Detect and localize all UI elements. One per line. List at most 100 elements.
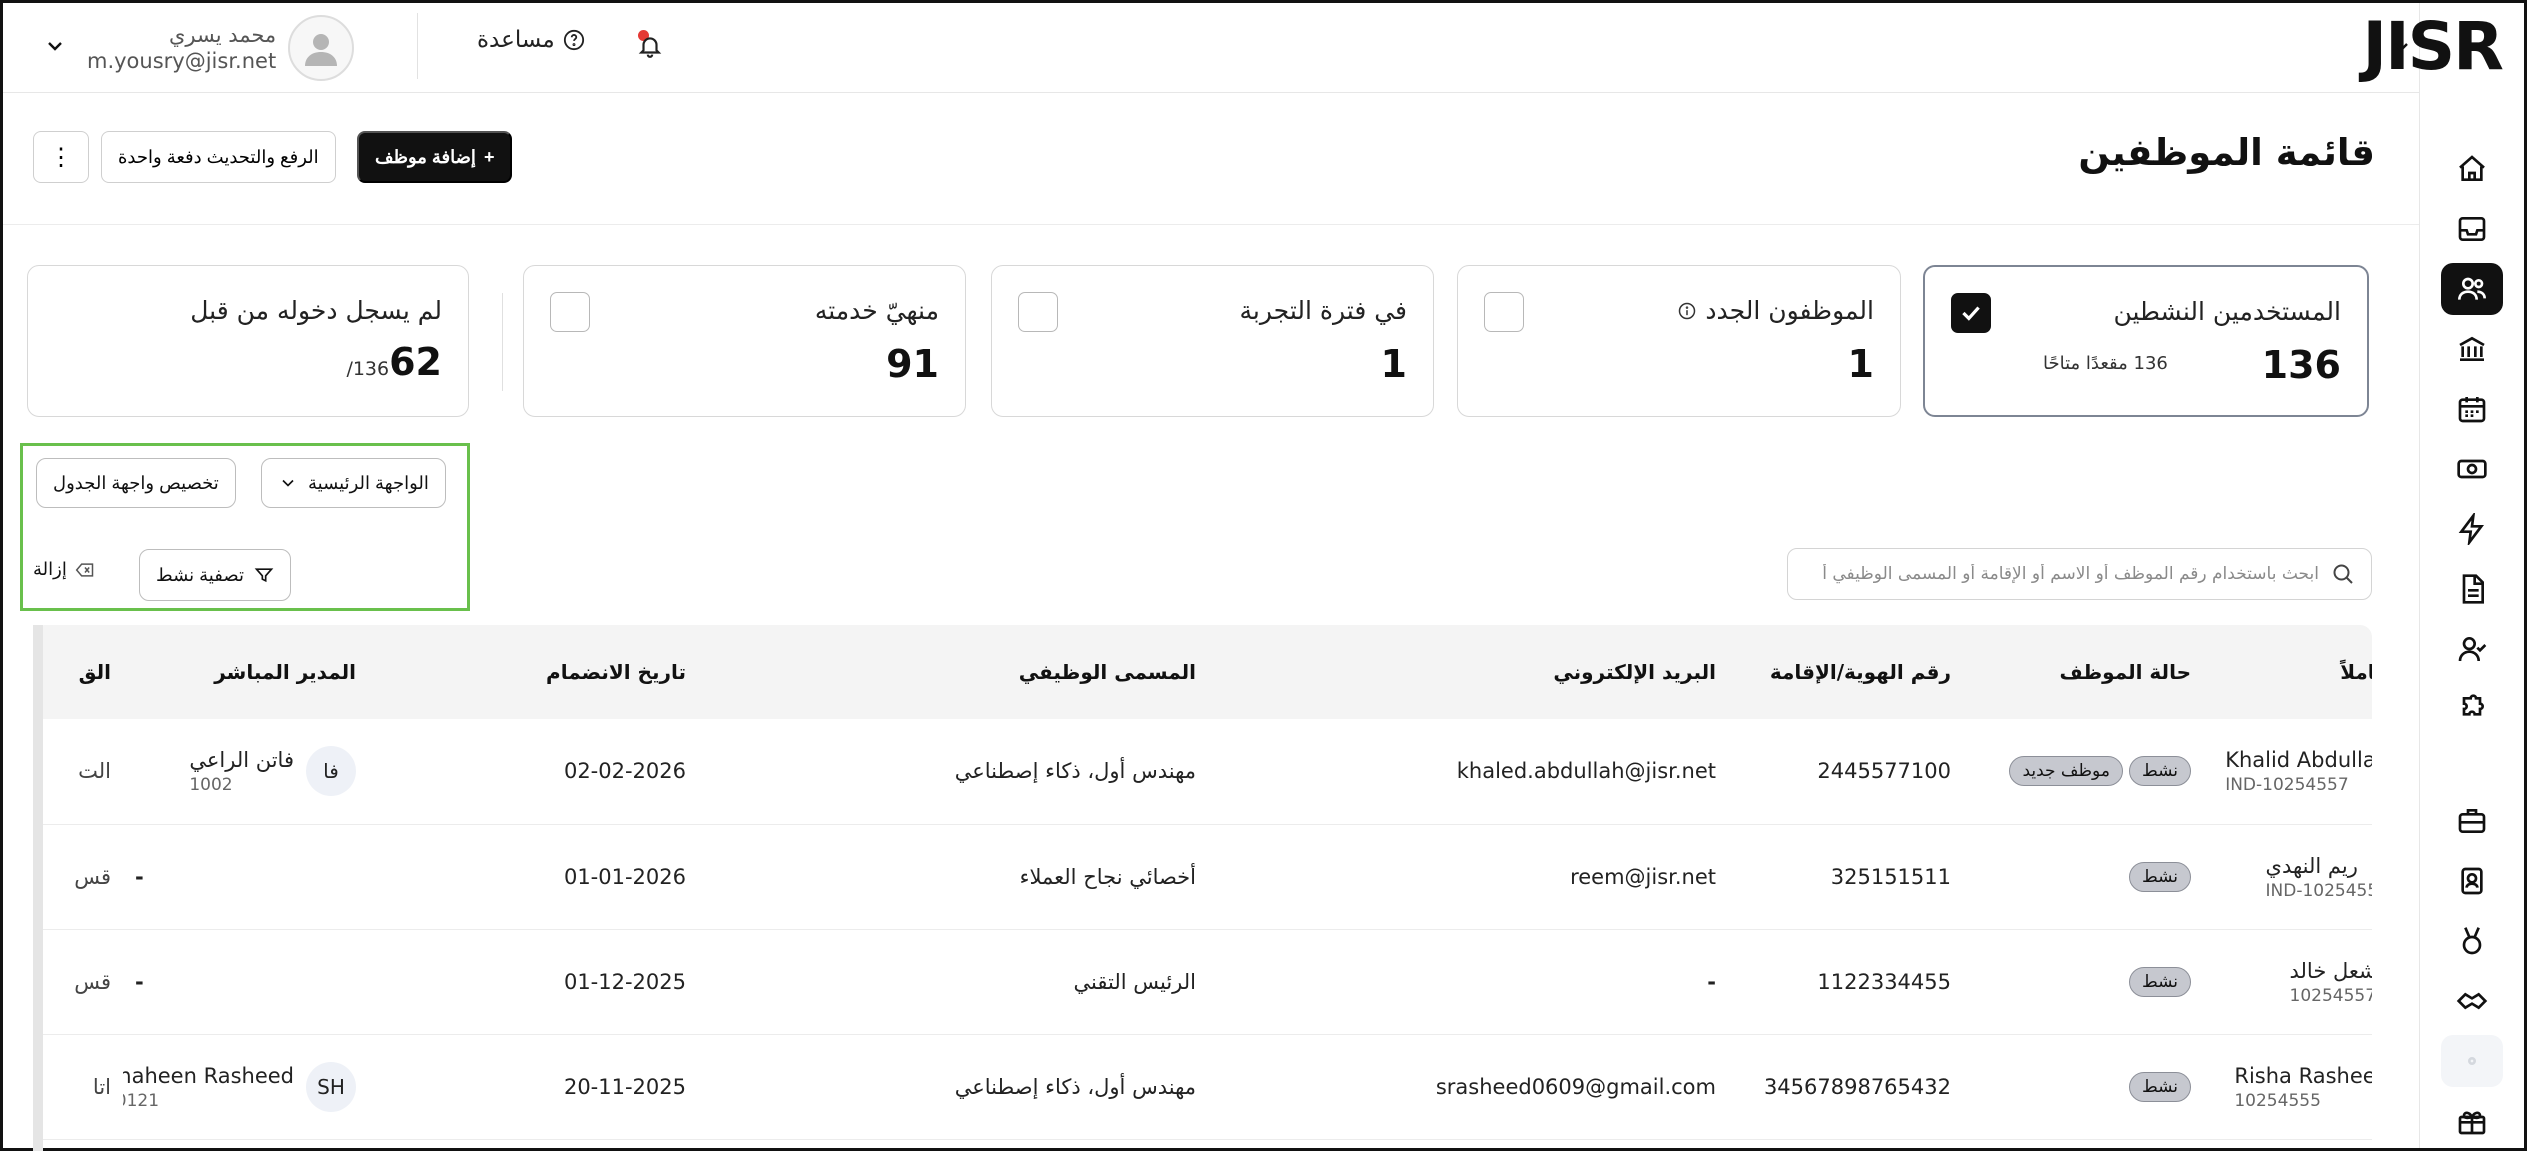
placeholder-icon <box>2440 1035 2503 1087</box>
card-probation[interactable]: في فترة التجربة 1 <box>991 265 1434 417</box>
manager-cell: - <box>123 824 368 930</box>
table-row[interactable]: ري ريم النهديIND-10254556 نشط 325151511 … <box>33 824 2372 930</box>
table-row[interactable]: KH Khalid AbdullahIND-10254557 نشط موظف … <box>33 719 2372 825</box>
email-cell: khaled.abdullah@jisr.net <box>1208 719 1728 825</box>
header-join-date[interactable]: تاريخ الانضمام <box>368 625 698 719</box>
user-check-icon[interactable] <box>2441 623 2503 675</box>
header-name[interactable]: الاسم كاملاً <box>2203 625 2372 719</box>
briefcase-icon[interactable] <box>2441 795 2503 847</box>
card-new-employees[interactable]: الموظفون الجدد 1 <box>1457 265 1901 417</box>
user-menu[interactable]: محمد يسري m.yousry@jisr.net <box>43 13 355 83</box>
manager-id: 1002 <box>189 775 233 796</box>
card-title: الموظفون الجدد <box>1677 296 1874 325</box>
remove-filters-button[interactable]: إزالة <box>33 559 95 580</box>
manager-name[interactable]: فاتن الراعي <box>189 746 294 774</box>
truncated-cell: الت <box>33 719 123 825</box>
header-job-title[interactable]: المسمى الوظيفي <box>698 625 1208 719</box>
manager-cell: SH Shaheen Rasheed20121 <box>123 1034 368 1140</box>
card-active-users[interactable]: المستخدمين النشطين 136 136 مقعدًا متاحًا <box>1923 265 2369 417</box>
help-label: مساعدة <box>477 27 555 53</box>
remove-filters-label: إزالة <box>33 559 67 580</box>
card-title: في فترة التجربة <box>1239 296 1407 325</box>
card-value: 91 <box>886 342 939 386</box>
view-select[interactable]: الواجهة الرئيسية <box>261 458 446 508</box>
table-header-row: الاسم كاملاً حالة الموظف رقم الهوية/الإق… <box>33 625 2372 719</box>
employee-id: IND-10254557 <box>2225 775 2349 796</box>
add-employee-button[interactable]: + إضافة موظف <box>357 131 513 183</box>
gift-icon[interactable] <box>2441 1095 2503 1147</box>
manager-cell: - <box>123 929 368 1035</box>
name-cell[interactable]: مش مشعل خالد10254557 <box>2203 929 2373 1035</box>
employee-name[interactable]: Risha Rasheed <box>2234 1062 2372 1090</box>
bulk-upload-button[interactable]: الرفع والتحديث دفعة واحدة <box>101 131 336 183</box>
manager-avatar: فا <box>306 746 356 797</box>
employee-name[interactable]: Khalid Abdullah <box>2225 746 2372 774</box>
chevron-down-icon <box>282 479 294 487</box>
help-link[interactable]: مساعدة <box>477 27 585 53</box>
card-checkbox[interactable] <box>1018 292 1058 332</box>
more-options-button[interactable]: ⋮ <box>33 131 89 183</box>
status-cell: نشط <box>1963 824 2203 930</box>
horizontal-scroll-indicator[interactable] <box>33 625 43 1151</box>
customize-table-button[interactable]: تخصيص واجهة الجدول <box>36 458 236 508</box>
search-input[interactable] <box>1804 564 2319 584</box>
divider <box>502 293 503 391</box>
join-date-cell: 02-02-2026 <box>368 719 698 825</box>
calendar-icon[interactable] <box>2441 383 2503 435</box>
name-cell[interactable]: ري ريم النهديIND-10254556 <box>2203 824 2372 930</box>
table-row[interactable]: مش مشعل خالد10254557 نشط 1122334455 - ال… <box>33 929 2373 1035</box>
status-cell: نشط <box>1963 1034 2203 1140</box>
filter-icon <box>254 568 274 583</box>
automation-icon[interactable] <box>2441 503 2503 555</box>
header-status[interactable]: حالة الموظف <box>1963 625 2203 719</box>
home-icon[interactable] <box>2441 143 2503 195</box>
truncated-cell: قس <box>33 929 123 1035</box>
handshake-icon[interactable] <box>2441 975 2503 1027</box>
name-cell[interactable]: RI Risha Rasheed10254555 <box>2203 1034 2372 1140</box>
top-bar: مساعدة محمد يسري m.yousry@jisr.net <box>3 3 2419 93</box>
employee-name[interactable]: مشعل خالد <box>2290 957 2373 985</box>
org-switcher-chevron-icon[interactable] <box>2383 29 2419 65</box>
active-filter-chip[interactable]: تصفية نشط <box>139 549 291 601</box>
employee-name[interactable]: ريم النهدي <box>2266 852 2372 880</box>
id-card-icon[interactable] <box>2441 855 2503 907</box>
bank-icon[interactable] <box>2441 323 2503 375</box>
header-next[interactable]: الق <box>33 625 123 719</box>
status-badge: نشط <box>2128 966 2191 997</box>
manager-name[interactable]: Shaheen Rasheed <box>123 1062 294 1090</box>
card-never-logged-in[interactable]: لم يسجل دخوله من قبل /13662 <box>27 265 469 417</box>
check-icon <box>1962 306 1980 321</box>
manager-cell: فا فاتن الراعي 1002 <box>123 719 368 825</box>
card-terminated[interactable]: منهيّ خدمته 91 <box>523 265 966 417</box>
card-checkbox[interactable] <box>1951 293 1991 333</box>
notification-bell-icon[interactable] <box>635 27 665 61</box>
inbox-icon[interactable] <box>2441 203 2503 255</box>
info-icon[interactable] <box>1677 301 1697 321</box>
card-value: 1 <box>1847 342 1874 386</box>
truncated-cell: قس <box>33 824 123 930</box>
view-select-label: الواجهة الرئيسية <box>308 472 429 493</box>
join-date-cell: 20-11-2025 <box>368 1034 698 1140</box>
employees-icon[interactable] <box>2440 263 2503 315</box>
page-header: قائمة الموظفين ⋮ الرفع والتحديث دفعة واح… <box>3 93 2419 225</box>
document-icon[interactable] <box>2441 563 2503 615</box>
puzzle-icon[interactable] <box>2441 683 2503 735</box>
name-cell[interactable]: KH Khalid AbdullahIND-10254557 <box>2203 719 2372 825</box>
header-id-number[interactable]: رقم الهوية/الإقامة <box>1728 625 1963 719</box>
card-title: لم يسجل دخوله من قبل <box>190 296 442 325</box>
table-row[interactable]: RI Risha Rasheed10254555 نشط 34567898765… <box>33 1034 2372 1140</box>
avatar[interactable] <box>288 15 355 81</box>
join-date-cell: 01-01-2026 <box>368 824 698 930</box>
medal-icon[interactable] <box>2441 915 2503 967</box>
card-checkbox[interactable] <box>1484 292 1524 332</box>
search-box[interactable] <box>1787 548 2372 600</box>
user-menu-chevron-icon[interactable] <box>43 34 67 62</box>
card-checkbox[interactable] <box>550 292 590 332</box>
employee-id: 10254555 <box>2234 1090 2321 1111</box>
manager-avatar: SH <box>306 1061 356 1112</box>
money-icon[interactable] <box>2441 443 2503 495</box>
header-email[interactable]: البريد الإلكتروني <box>1208 625 1728 719</box>
card-value: 136 <box>2261 343 2341 387</box>
divider <box>417 13 418 79</box>
header-manager[interactable]: المدير المباشر <box>123 625 368 719</box>
